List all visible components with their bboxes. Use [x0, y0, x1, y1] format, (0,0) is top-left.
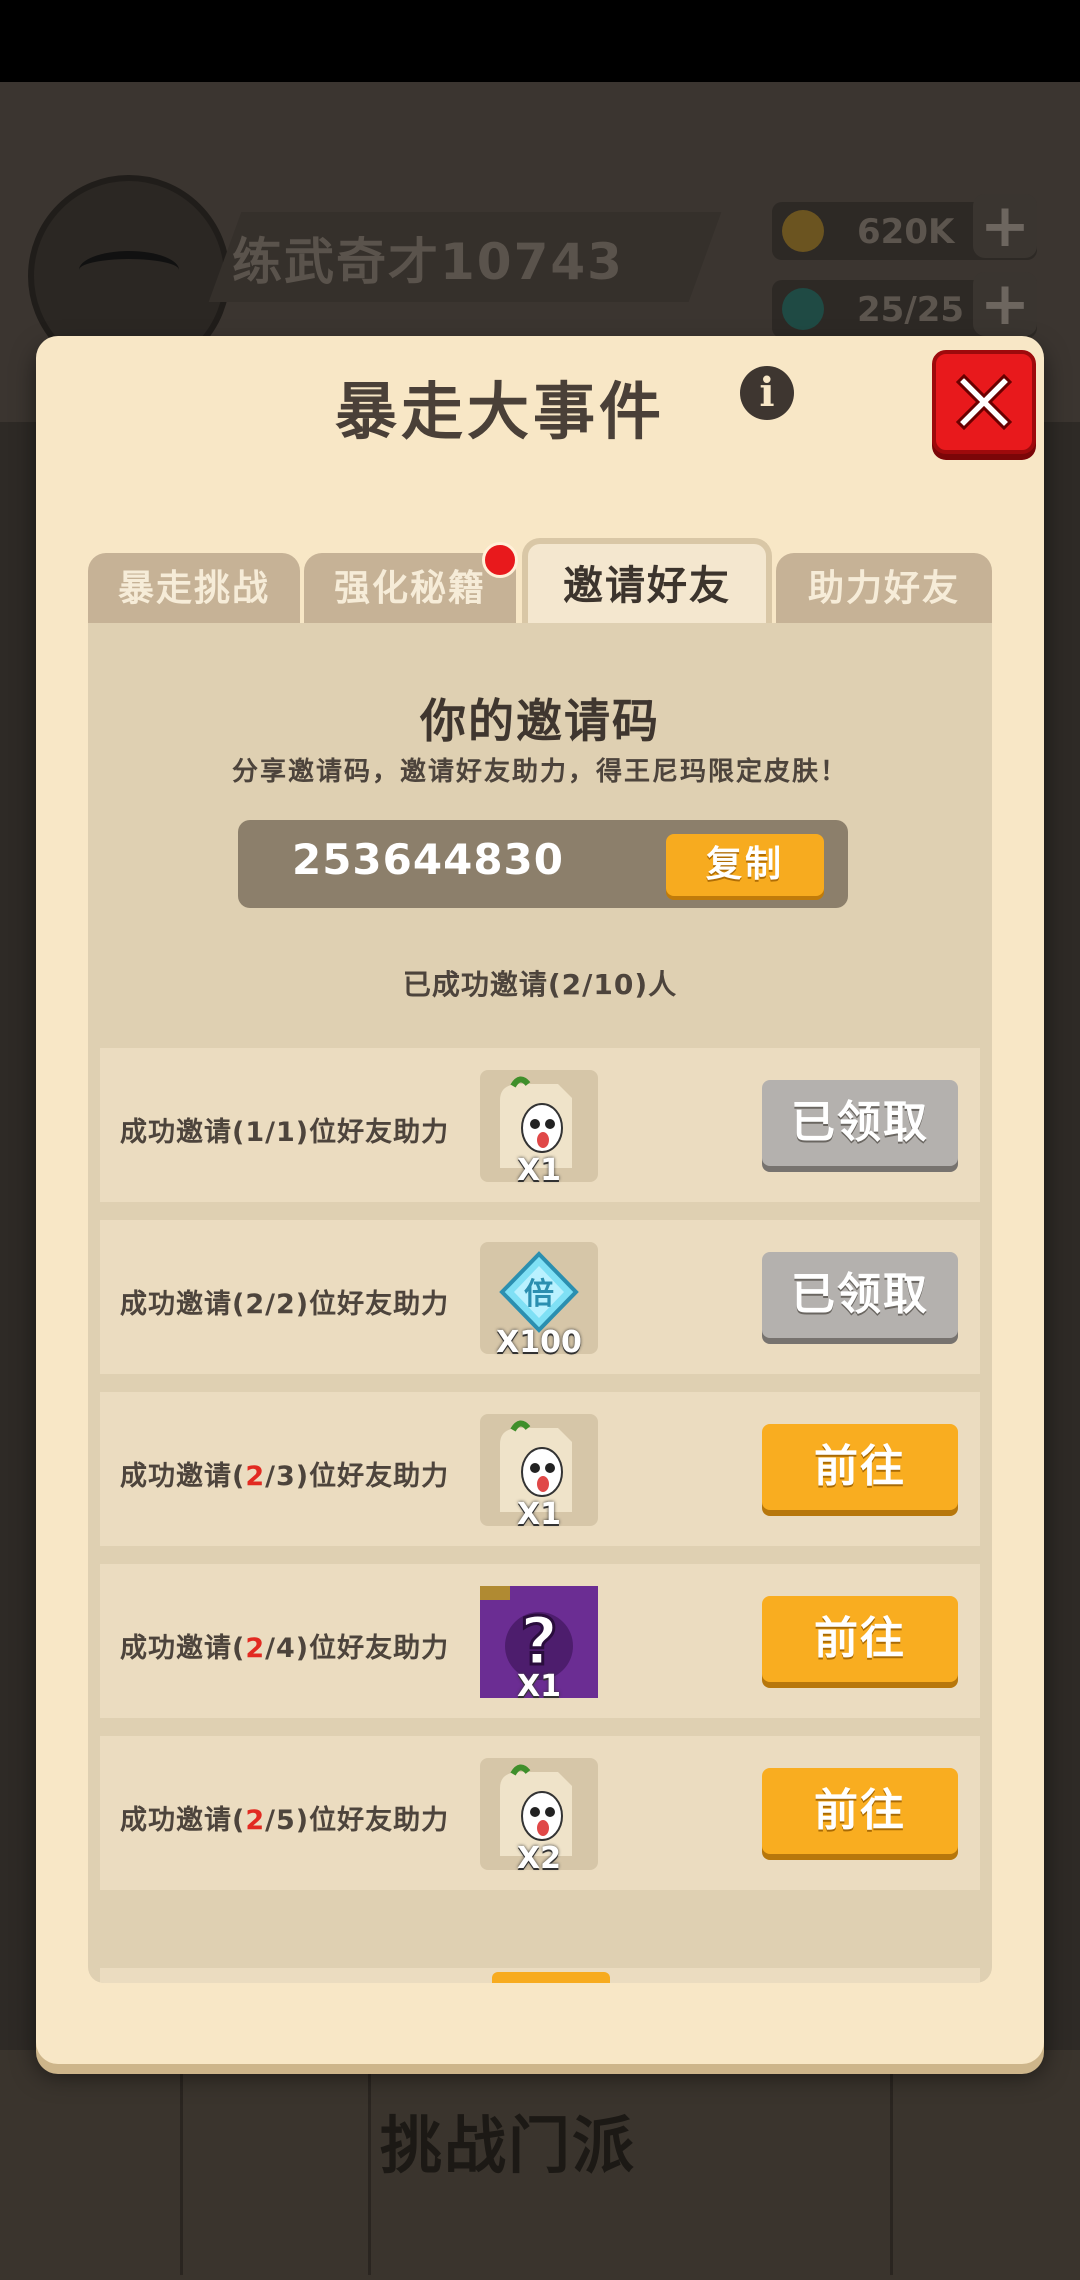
reward-row: 成功邀请(2/2)位好友助力 倍 X100 已领取: [100, 1220, 980, 1374]
reward-row-partial: [100, 1968, 980, 1983]
copy-button[interactable]: 复制: [666, 834, 824, 896]
reward-quantity: X1: [516, 1153, 561, 1188]
tab-rampage-challenge[interactable]: 暴走挑战: [88, 553, 300, 623]
reward-item[interactable]: X1: [480, 1070, 598, 1188]
event-modal: 暴走大事件 i 暴走挑战 强化秘籍 邀请好友 助力好友 你的邀请码 分享邀请码，…: [36, 336, 1044, 2064]
reward-row: 成功邀请(1/1)位好友助力 X1 已领取: [100, 1048, 980, 1202]
info-icon[interactable]: i: [740, 366, 794, 420]
close-icon: [955, 373, 1013, 431]
row-label: 成功邀请(2/2)位好友助力: [120, 1289, 450, 1320]
claimed-button[interactable]: 已领取: [762, 1080, 958, 1166]
invite-code-title: 你的邀请码: [420, 694, 660, 748]
reward-item[interactable]: 倍 X100: [480, 1242, 598, 1360]
close-button[interactable]: [932, 350, 1036, 454]
row-label: 成功邀请(2/3)位好友助力: [120, 1461, 450, 1492]
tab-invite-friends[interactable]: 邀请好友: [522, 538, 772, 629]
invite-code-box: 253644830 复制: [238, 820, 848, 908]
reward-row: 成功邀请(2/4)位好友助力 ? X1 前往: [100, 1564, 980, 1718]
row-label: 成功邀请(2/5)位好友助力: [120, 1805, 450, 1836]
reward-row: 成功邀请(2/5)位好友助力 X2 前往: [100, 1736, 980, 1890]
modal-title: 暴走大事件: [334, 375, 665, 448]
invite-panel: 你的邀请码 分享邀请码，邀请好友助力，得王尼玛限定皮肤！ 253644830 复…: [88, 623, 992, 1983]
notification-badge: [482, 542, 518, 578]
invited-count: 已成功邀请(2/10)人: [402, 968, 678, 1001]
claimed-button[interactable]: 已领取: [762, 1252, 958, 1338]
reward-quantity: X1: [516, 1669, 561, 1704]
reward-quantity: X1: [516, 1497, 561, 1532]
go-button[interactable]: 前往: [762, 1424, 958, 1510]
go-button-partial[interactable]: [492, 1972, 610, 1983]
reward-quantity: X100: [496, 1325, 582, 1360]
reward-item[interactable]: X1: [480, 1414, 598, 1532]
tab-help-friends[interactable]: 助力好友: [776, 553, 992, 623]
reward-quantity: X2: [516, 1841, 561, 1876]
go-button[interactable]: 前往: [762, 1768, 958, 1854]
row-label: 成功邀请(1/1)位好友助力: [120, 1117, 450, 1148]
reward-item[interactable]: ? X1: [480, 1586, 598, 1704]
svg-text:倍: 倍: [524, 1277, 554, 1312]
invite-code-value: 253644830: [291, 835, 564, 884]
reward-row: 成功邀请(2/3)位好友助力 X1 前往: [100, 1392, 980, 1546]
invite-description: 分享邀请码，邀请好友助力，得王尼玛限定皮肤！: [231, 757, 848, 787]
reward-item[interactable]: X2: [480, 1758, 598, 1876]
row-label: 成功邀请(2/4)位好友助力: [120, 1633, 450, 1664]
go-button[interactable]: 前往: [762, 1596, 958, 1682]
